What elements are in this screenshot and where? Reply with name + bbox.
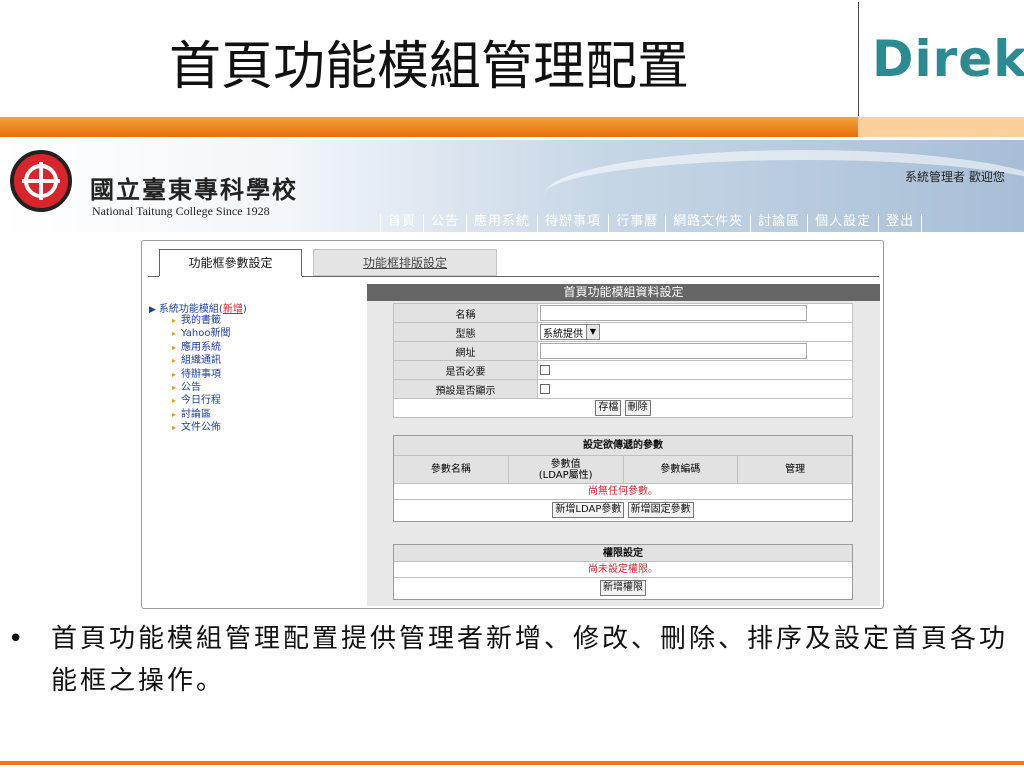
bullet-icon: ▸: [172, 342, 177, 352]
nav-web-folder[interactable]: 網路文件夾: [665, 214, 750, 232]
module-item-applications[interactable]: ▸ 應用系統: [172, 341, 230, 354]
module-item-forum[interactable]: ▸ 討論區: [172, 408, 230, 421]
module-tree: ▶ 系統功能模組(新增) ▸ 我的書籤 ▸ Yahoo新聞 ▸ 應用系統 ▸ 組織通訊 ▸…: [146, 300, 367, 606]
form-area: 名稱 型態 系統提供 ▼ 網址 是否必要 預設是否顯示 存檔 刪除 設定欲傳遞的…: [367, 301, 880, 606]
nav-calendar[interactable]: 行事曆: [608, 214, 665, 232]
url-label: 網址: [393, 341, 538, 361]
nav-forum[interactable]: 討論區: [750, 214, 807, 232]
bullet-icon: ▸: [172, 356, 177, 366]
title-divider: [858, 2, 859, 116]
nav-announcements[interactable]: 公告: [423, 214, 466, 232]
delete-button[interactable]: 刪除: [624, 400, 651, 416]
module-item-yahoo-news[interactable]: ▸ Yahoo新聞: [172, 327, 230, 340]
tree-root-paren-close: ): [242, 304, 247, 315]
permissions-header: 權限設定: [394, 545, 852, 562]
col-param-encoding: 參數編碼: [624, 456, 739, 483]
name-input[interactable]: [540, 305, 807, 321]
nav-home[interactable]: 首頁: [380, 214, 423, 232]
bullet-icon: ▸: [172, 382, 177, 392]
type-select-value: 系統提供: [543, 328, 583, 340]
bullet-paragraph: • 首頁功能模組管理配置提供管理者新增、修改、刪除、排序及設定首頁各功能框之操作…: [8, 618, 1008, 702]
module-item-bookmarks[interactable]: ▸ 我的書籤: [172, 314, 230, 327]
params-columns: 參數名稱 參數值 (LDAP屬性) 參數編碼 管理: [394, 456, 852, 484]
bullet-icon: ▸: [172, 329, 177, 339]
nav-applications[interactable]: 應用系統: [466, 214, 537, 232]
slide-title: 首頁功能模組管理配置: [168, 37, 689, 97]
bullet-icon: ▸: [172, 396, 177, 406]
dropdown-arrow-icon: ▼: [586, 325, 599, 339]
permissions-section: 權限設定 尚未設定權限。 新增權限: [393, 544, 853, 600]
col-param-name: 參數名稱: [394, 456, 509, 483]
header-band-accent: [858, 117, 1024, 137]
add-fixed-param-button[interactable]: 新增固定參數: [627, 502, 694, 518]
module-item-todo[interactable]: ▸ 待辦事項: [172, 368, 230, 381]
type-label: 型態: [393, 322, 538, 342]
nav-personal-settings[interactable]: 個人設定: [807, 214, 878, 232]
module-item-org-contacts[interactable]: ▸ 組織通訊: [172, 354, 230, 367]
bullet-icon: ▸: [172, 423, 177, 433]
col-manage: 管理: [785, 464, 806, 475]
required-checkbox[interactable]: [540, 364, 550, 375]
url-input[interactable]: [540, 343, 807, 359]
bullet-text: 首頁功能模組管理配置提供管理者新增、修改、刪除、排序及設定首頁各功能框之操作。: [51, 624, 1009, 696]
expand-triangle-icon: ▶: [149, 305, 156, 315]
default-display-label: 預設是否顯示: [393, 379, 538, 399]
save-button[interactable]: 存檔: [595, 400, 622, 416]
top-nav: 首頁 公告 應用系統 待辦事項 行事曆 網路文件夾 討論區 個人設定 登出: [380, 214, 923, 232]
brand-logo: Direk: [872, 30, 1024, 88]
bullet-icon: ▸: [172, 316, 177, 325]
module-form: 名稱 型態 系統提供 ▼ 網址 是否必要 預設是否顯示 存檔 刪除: [393, 303, 853, 418]
bullet-icon: ▸: [172, 369, 177, 379]
college-name-english: National Taitung College Since 1928: [92, 204, 270, 218]
nav-logout[interactable]: 登出: [878, 214, 923, 232]
default-display-checkbox[interactable]: [540, 383, 550, 394]
module-list: ▸ 我的書籤 ▸ Yahoo新聞 ▸ 應用系統 ▸ 組織通訊 ▸ 待辦事項 ▸ 公告 ▸ 今日…: [172, 314, 230, 435]
type-select[interactable]: 系統提供 ▼: [540, 324, 600, 340]
module-item-today-schedule[interactable]: ▸ 今日行程: [172, 394, 230, 407]
tab-module-layout[interactable]: 功能框排版設定: [313, 249, 497, 276]
bullet-dot-icon: •: [8, 624, 27, 654]
required-label: 是否必要: [393, 360, 538, 380]
permissions-empty-message: 尚未設定權限。: [394, 562, 852, 578]
tree-root[interactable]: ▶ 系統功能模組(新增): [149, 300, 247, 315]
form-header: 首頁功能模組資料設定: [367, 284, 880, 301]
college-name-chinese: 國立臺東專科學校: [90, 175, 298, 204]
col-param-value: 參數值 (LDAP屬性): [509, 456, 624, 483]
name-label: 名稱: [393, 303, 538, 323]
params-empty-message: 尚無任何參數。: [394, 484, 852, 500]
add-ldap-param-button[interactable]: 新增LDAP參數: [552, 502, 625, 518]
footer-line: [0, 761, 1024, 765]
bullet-icon: ▸: [172, 409, 177, 419]
header-band: [0, 117, 1024, 137]
admin-panel: 功能框參數設定 功能框排版設定 ▶ 系統功能模組(新增) ▸ 我的書籤 ▸ Yahoo…: [141, 240, 884, 609]
add-permission-button[interactable]: 新增權限: [600, 580, 646, 596]
params-header: 設定欲傳遞的參數: [394, 436, 852, 456]
nav-todo[interactable]: 待辦事項: [537, 214, 608, 232]
params-section: 設定欲傳遞的參數 參數名稱 參數值 (LDAP屬性) 參數編碼 管理 尚無任何參數…: [393, 435, 853, 522]
module-item-announcements[interactable]: ▸ 公告: [172, 381, 230, 394]
tab-module-params[interactable]: 功能框參數設定: [159, 249, 302, 276]
college-seal-icon: [10, 150, 72, 212]
module-item-documents[interactable]: ▸ 文件公佈: [172, 421, 230, 434]
welcome-text: 系統管理者 歡迎您: [905, 170, 1005, 184]
